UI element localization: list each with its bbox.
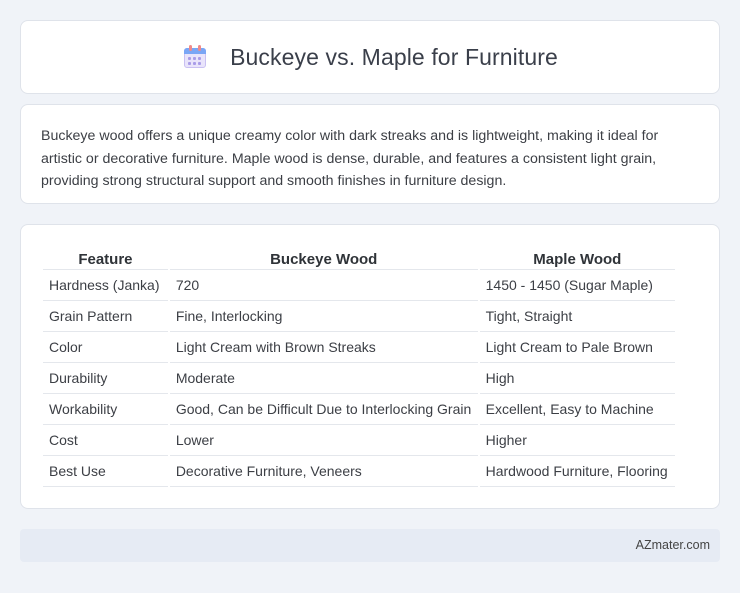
buckeye-cell: Light Cream with Brown Streaks	[169, 332, 478, 363]
footer-bar: AZmater.com	[20, 529, 720, 562]
table-row: Best Use Decorative Furniture, Veneers H…	[43, 456, 675, 487]
buckeye-cell: 720	[169, 270, 478, 301]
buckeye-cell: Moderate	[169, 363, 478, 394]
feature-cell: Grain Pattern	[43, 301, 168, 332]
table-row: Cost Lower Higher	[43, 425, 675, 456]
table-row: Color Light Cream with Brown Streaks Lig…	[43, 332, 675, 363]
table-row: Workability Good, Can be Difficult Due t…	[43, 394, 675, 425]
header-buckeye: Buckeye Wood	[169, 243, 478, 270]
description-card: Buckeye wood offers a unique creamy colo…	[20, 104, 720, 204]
maple-cell: 1450 - 1450 (Sugar Maple)	[479, 270, 675, 301]
buckeye-cell: Lower	[169, 425, 478, 456]
maple-cell: High	[479, 363, 675, 394]
table-row: Hardness (Janka) 720 1450 - 1450 (Sugar …	[43, 270, 675, 301]
description-text: Buckeye wood offers a unique creamy colo…	[41, 128, 659, 189]
maple-cell: Hardwood Furniture, Flooring	[479, 456, 675, 487]
calendar-icon	[182, 44, 208, 70]
title-card: Buckeye vs. Maple for Furniture	[20, 20, 720, 94]
comparison-card: Feature Buckeye Wood Maple Wood Hardness…	[20, 224, 720, 509]
table-row: Durability Moderate High	[43, 363, 675, 394]
maple-cell: Light Cream to Pale Brown	[479, 332, 675, 363]
feature-cell: Best Use	[43, 456, 168, 487]
feature-cell: Cost	[43, 425, 168, 456]
feature-cell: Color	[43, 332, 168, 363]
buckeye-cell: Fine, Interlocking	[169, 301, 478, 332]
feature-cell: Workability	[43, 394, 168, 425]
feature-cell: Hardness (Janka)	[43, 270, 168, 301]
title-wrap: Buckeye vs. Maple for Furniture	[182, 44, 558, 71]
maple-cell: Higher	[479, 425, 675, 456]
maple-cell: Excellent, Easy to Machine	[479, 394, 675, 425]
table-row: Grain Pattern Fine, Interlocking Tight, …	[43, 301, 675, 332]
page-title: Buckeye vs. Maple for Furniture	[230, 43, 558, 70]
footer-site-link[interactable]: AZmater.com	[636, 538, 710, 552]
maple-cell: Tight, Straight	[479, 301, 675, 332]
header-feature: Feature	[43, 243, 168, 270]
buckeye-cell: Decorative Furniture, Veneers	[169, 456, 478, 487]
table-header-row: Feature Buckeye Wood Maple Wood	[43, 243, 675, 270]
buckeye-cell: Good, Can be Difficult Due to Interlocki…	[169, 394, 478, 425]
comparison-table: Feature Buckeye Wood Maple Wood Hardness…	[41, 243, 677, 487]
feature-cell: Durability	[43, 363, 168, 394]
header-maple: Maple Wood	[479, 243, 675, 270]
